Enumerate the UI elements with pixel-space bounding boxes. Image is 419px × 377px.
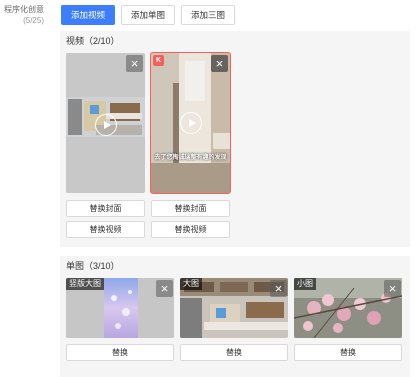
image-thumbnail[interactable]: 小图 × [294, 278, 402, 338]
image-thumbnail[interactable]: 竖版大图 × [66, 278, 174, 338]
close-icon[interactable]: × [211, 55, 228, 72]
replace-video-button[interactable]: 替换视频 [151, 221, 230, 238]
field-label-title: 程序化创意 [4, 5, 44, 14]
single-image-section-title: 单图（3/10） [66, 261, 120, 271]
add-video-button[interactable]: 添加视频 [61, 5, 116, 25]
image-type-tag: 大图 [180, 278, 202, 290]
replace-cover-button[interactable]: 替换封面 [151, 200, 230, 217]
brand-logo-icon: K [153, 55, 164, 66]
video-thumbnail[interactable]: × [66, 53, 145, 193]
replace-image-button[interactable]: 替换 [294, 344, 402, 361]
add-single-image-button[interactable]: 添加单图 [121, 5, 176, 25]
add-material-tabs: 添加视频 添加单图 添加三图 [61, 5, 236, 25]
video-section: 视频（2/10） × 替换封面 替换视频 K 去了您掏诚瑞整有趣的发现 × 替换… [60, 31, 410, 247]
replace-image-button[interactable]: 替换 [180, 344, 288, 361]
replace-image-button[interactable]: 替换 [66, 344, 174, 361]
close-icon[interactable]: × [270, 280, 287, 297]
close-icon[interactable]: × [156, 280, 173, 297]
image-thumbnail[interactable]: 大图 × [180, 278, 288, 338]
play-circle-icon[interactable] [179, 112, 202, 134]
image-type-tag: 小图 [294, 278, 316, 290]
play-circle-icon[interactable] [94, 114, 117, 136]
field-label: 程序化创意 (5/25) [0, 4, 44, 26]
video-caption: 去了您掏诚瑞整有趣的发现 [154, 155, 227, 161]
add-three-image-button[interactable]: 添加三图 [181, 5, 236, 25]
close-icon[interactable]: × [384, 280, 401, 297]
close-icon[interactable]: × [126, 55, 143, 72]
video-thumbnail[interactable]: K 去了您掏诚瑞整有趣的发现 × [150, 52, 231, 194]
video-section-title: 视频（2/10） [66, 36, 120, 46]
field-label-count: (5/25) [23, 16, 44, 25]
single-image-section: 单图（3/10） 竖版大图 × 替换 大图 × 替换 小图 × 替换 [60, 256, 410, 377]
replace-video-button[interactable]: 替换视频 [66, 221, 145, 238]
image-type-tag: 竖版大图 [66, 278, 104, 290]
replace-cover-button[interactable]: 替换封面 [66, 200, 145, 217]
